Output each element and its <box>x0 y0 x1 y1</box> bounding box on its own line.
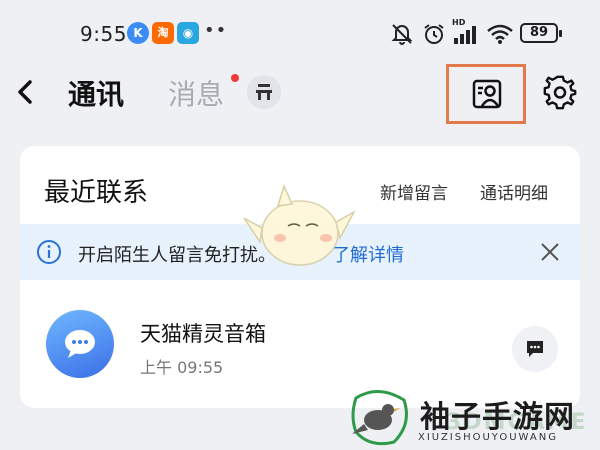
call-detail-link[interactable]: 通话明细 <box>480 179 548 204</box>
mute-bell-icon <box>391 24 413 45</box>
bilibili-app-icon: ◉ <box>177 22 199 44</box>
info-icon <box>37 240 61 264</box>
status-time: 9:55 <box>80 22 127 46</box>
tab-contacts[interactable]: 通讯 <box>68 73 124 113</box>
status-bar: 9:55 K 淘 ◉ •• HD 89 <box>0 0 600 64</box>
battery-indicator: 89 <box>520 23 562 43</box>
wifi-icon <box>487 24 513 44</box>
contact-time: 上午 09:55 <box>140 358 224 377</box>
message-icon <box>527 341 543 357</box>
k-app-icon: K <box>127 22 149 44</box>
bird-logo-icon <box>351 390 408 446</box>
more-notifications-icon: •• <box>204 20 228 41</box>
signal-icon <box>454 26 476 44</box>
tab-messages[interactable]: 消息 <box>168 73 224 113</box>
contact-name: 天猫精灵音箱 <box>140 322 266 346</box>
close-icon[interactable] <box>538 240 562 264</box>
settings-gear-icon[interactable] <box>541 73 579 111</box>
watermark-pinyin: XIUZISHOUYOUWANG <box>418 432 558 443</box>
contact-card-button[interactable] <box>446 64 526 124</box>
watermark-brand: 袖子手游网 <box>420 400 575 435</box>
alarm-clock-icon <box>424 24 444 44</box>
tab-extra-button[interactable] <box>247 75 281 109</box>
section-title: 最近联系 <box>44 178 149 208</box>
site-watermark: 3DMGAME 袖子手游网 XIUZISHOUYOUWANG <box>348 388 598 448</box>
new-message-link[interactable]: 新增留言 <box>380 179 448 204</box>
contact-card-icon <box>472 79 502 109</box>
top-nav-bar: 通讯 消息 <box>0 64 600 124</box>
back-button[interactable] <box>10 72 40 112</box>
chat-bubble-icon <box>65 330 95 358</box>
unread-dot <box>231 74 239 82</box>
avatar <box>46 310 114 378</box>
mascot-illustration <box>243 183 356 266</box>
taobao-app-icon: 淘 <box>152 22 174 44</box>
message-button[interactable] <box>512 326 558 372</box>
home-icon <box>256 84 272 100</box>
